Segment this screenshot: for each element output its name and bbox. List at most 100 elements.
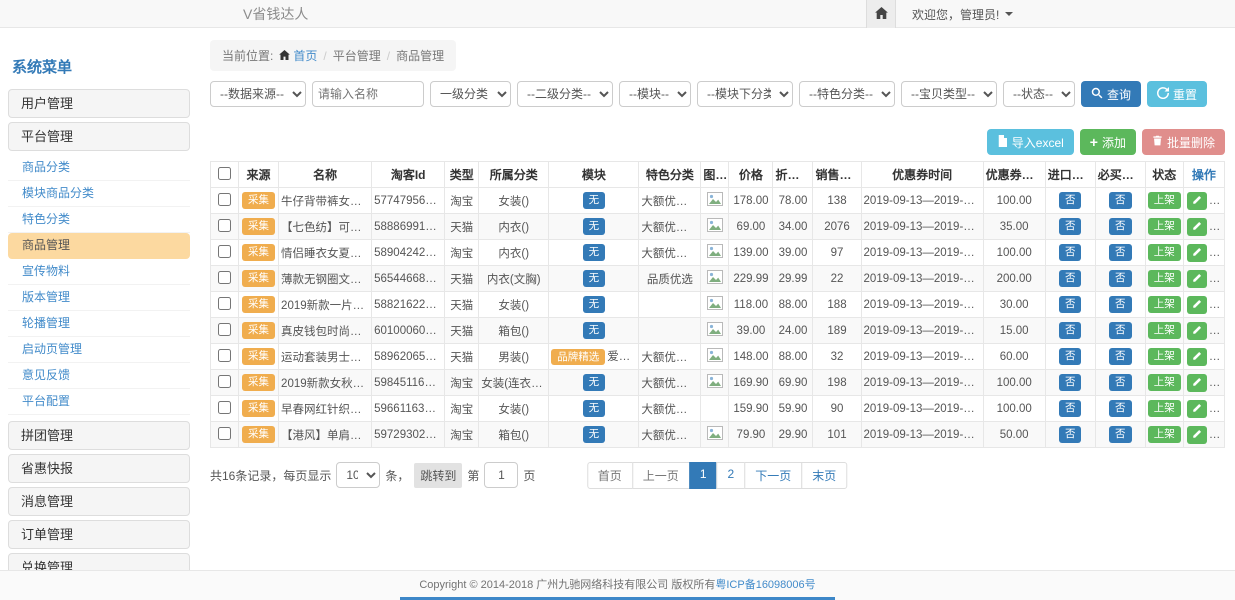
module-sub-filter-select[interactable]: --模块下分类--: [697, 81, 793, 107]
name-filter-input[interactable]: [312, 81, 424, 107]
status-badge[interactable]: 上架: [1148, 244, 1181, 261]
edit-button[interactable]: [1187, 296, 1207, 314]
sidebar-item-user[interactable]: 用户管理: [8, 89, 190, 118]
edit-button[interactable]: [1187, 270, 1207, 288]
pager-item[interactable]: 首页: [587, 462, 633, 489]
must-buy-badge[interactable]: 否: [1109, 270, 1132, 287]
row-checkbox[interactable]: [218, 323, 231, 336]
sidebar-item-platform[interactable]: 平台管理: [8, 122, 190, 151]
row-checkbox[interactable]: [218, 193, 231, 206]
user-menu[interactable]: 欢迎您，管理员!: [896, 0, 1029, 28]
sidebar-subitem-feedback[interactable]: 意见反馈: [8, 363, 190, 389]
pager-item[interactable]: 1: [689, 462, 718, 489]
sidebar-item-express[interactable]: 省惠快报: [8, 454, 190, 483]
must-buy-badge[interactable]: 否: [1109, 374, 1132, 391]
must-buy-badge[interactable]: 否: [1109, 400, 1132, 417]
pager-item[interactable]: 末页: [801, 462, 847, 489]
must-buy-badge[interactable]: 否: [1109, 426, 1132, 443]
row-checkbox[interactable]: [218, 297, 231, 310]
sidebar-subitem-module-goods-category[interactable]: 模块商品分类: [8, 181, 190, 207]
sidebar-subitem-version-manage[interactable]: 版本管理: [8, 285, 190, 311]
import-select-badge[interactable]: 否: [1059, 244, 1082, 261]
coupon-time: 2019-09-13—2019-09-20: [861, 318, 983, 344]
discount-price: 24.00: [773, 318, 813, 344]
pager-item[interactable]: 下一页: [744, 462, 802, 489]
import-select-badge[interactable]: 否: [1059, 426, 1082, 443]
category1-filter-select[interactable]: 一级分类: [430, 81, 511, 107]
module-filter-select[interactable]: --模块--: [619, 81, 691, 107]
must-buy-badge[interactable]: 否: [1109, 296, 1132, 313]
edit-button[interactable]: [1187, 322, 1207, 340]
reset-button[interactable]: 重置: [1147, 81, 1207, 107]
row-checkbox[interactable]: [218, 401, 231, 414]
import-select-badge[interactable]: 否: [1059, 374, 1082, 391]
table-row: 采集 【港风】单肩斜跨链条... 597293020870 淘宝 箱包() 无 …: [211, 422, 1225, 448]
import-select-badge[interactable]: 否: [1059, 270, 1082, 287]
row-checkbox[interactable]: [218, 245, 231, 258]
sidebar-item-order[interactable]: 订单管理: [8, 520, 190, 549]
per-page-select[interactable]: 10: [336, 462, 380, 488]
import-icon: [997, 135, 1008, 150]
sidebar-subitem-goods-manage[interactable]: 商品管理: [8, 233, 190, 259]
sidebar-subitem-platform-config[interactable]: 平台配置: [8, 389, 190, 415]
select-all-checkbox[interactable]: [218, 167, 231, 180]
import-select-badge[interactable]: 否: [1059, 192, 1082, 209]
edit-button[interactable]: [1187, 400, 1207, 418]
status-badge[interactable]: 上架: [1148, 192, 1181, 209]
item-type-filter-select[interactable]: --宝贝类型--: [901, 81, 997, 107]
breadcrumb-home-link[interactable]: 首页: [279, 47, 317, 64]
edit-button[interactable]: [1187, 244, 1207, 262]
feature-filter-select[interactable]: --特色分类--: [799, 81, 895, 107]
status-badge[interactable]: 上架: [1148, 296, 1181, 313]
add-button[interactable]: + 添加: [1080, 129, 1136, 155]
row-checkbox[interactable]: [218, 271, 231, 284]
status-badge[interactable]: 上架: [1148, 270, 1181, 287]
must-buy-badge[interactable]: 否: [1109, 322, 1132, 339]
edit-button[interactable]: [1187, 374, 1207, 392]
status-badge[interactable]: 上架: [1148, 218, 1181, 235]
source-filter-select[interactable]: --数据来源--: [210, 81, 306, 107]
pager-item[interactable]: 2: [717, 462, 746, 489]
import-select-badge[interactable]: 否: [1059, 218, 1082, 235]
icp-link[interactable]: 粤ICP备16098006号: [715, 579, 815, 591]
category2-filter-select[interactable]: --二级分类--: [517, 81, 613, 107]
must-buy-badge[interactable]: 否: [1109, 348, 1132, 365]
must-buy-badge[interactable]: 否: [1109, 244, 1132, 261]
status-badge[interactable]: 上架: [1148, 426, 1181, 443]
import-select-badge[interactable]: 否: [1059, 400, 1082, 417]
status-filter-select[interactable]: --状态--: [1003, 81, 1075, 107]
edit-button[interactable]: [1187, 192, 1207, 210]
sidebar-subitem-promo-material[interactable]: 宣传物料: [8, 259, 190, 285]
status-badge[interactable]: 上架: [1148, 374, 1181, 391]
row-checkbox[interactable]: [218, 219, 231, 232]
status-badge[interactable]: 上架: [1148, 400, 1181, 417]
import-select-badge[interactable]: 否: [1059, 322, 1082, 339]
pager-item[interactable]: 上一页: [632, 462, 690, 489]
edit-button[interactable]: [1187, 218, 1207, 236]
jump-button[interactable]: 跳转到: [414, 463, 462, 488]
row-checkbox[interactable]: [218, 349, 231, 362]
status-badge[interactable]: 上架: [1148, 348, 1181, 365]
sidebar-subitem-carousel-manage[interactable]: 轮播管理: [8, 311, 190, 337]
import-select-badge[interactable]: 否: [1059, 348, 1082, 365]
image-placeholder-icon: [707, 379, 723, 391]
must-buy-badge[interactable]: 否: [1109, 218, 1132, 235]
row-checkbox[interactable]: [218, 427, 231, 440]
status-badge[interactable]: 上架: [1148, 322, 1181, 339]
sidebar-item-message[interactable]: 消息管理: [8, 487, 190, 516]
home-button[interactable]: [866, 0, 896, 28]
sidebar-subitem-goods-category[interactable]: 商品分类: [8, 155, 190, 181]
row-checkbox[interactable]: [218, 375, 231, 388]
must-buy-badge[interactable]: 否: [1109, 192, 1132, 209]
sidebar-subitem-splash-manage[interactable]: 启动页管理: [8, 337, 190, 363]
sidebar-item-groupbuy[interactable]: 拼团管理: [8, 421, 190, 450]
jump-page-input[interactable]: [484, 462, 518, 488]
column-header: 折后价: [773, 162, 813, 188]
edit-button[interactable]: [1187, 426, 1207, 444]
batch-delete-button[interactable]: 批量删除: [1142, 129, 1225, 155]
edit-button[interactable]: [1187, 348, 1207, 366]
sidebar-subitem-feature-category[interactable]: 特色分类: [8, 207, 190, 233]
import-excel-button[interactable]: 导入excel: [987, 129, 1074, 155]
import-select-badge[interactable]: 否: [1059, 296, 1082, 313]
query-button[interactable]: 查询: [1081, 81, 1141, 107]
